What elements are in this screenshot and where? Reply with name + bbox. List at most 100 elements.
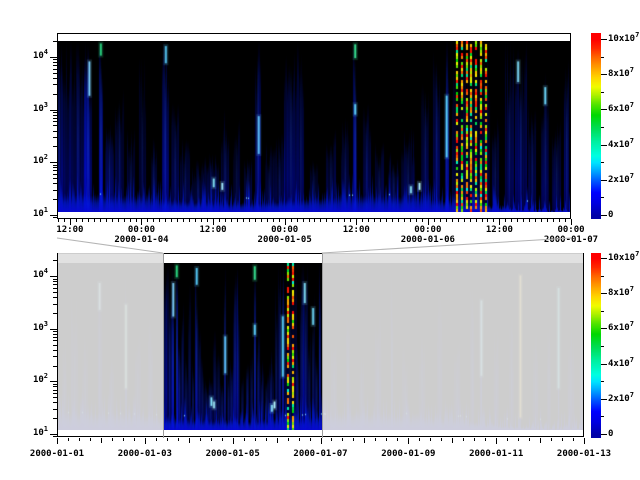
x-axis-date-label: 2000-01-04 xyxy=(114,235,168,245)
axis-tick xyxy=(50,162,57,163)
axis-tick xyxy=(601,434,607,435)
axis-tick xyxy=(50,57,57,58)
axis-tick xyxy=(310,438,311,441)
axis-tick xyxy=(601,399,607,400)
plot-window: 10110210310410110210310412:0000:002000-0… xyxy=(0,0,640,480)
axis-tick xyxy=(321,438,322,444)
x-axis-date-label: 2000-01-07 xyxy=(544,235,598,245)
axis-tick xyxy=(53,131,57,132)
axis-tick xyxy=(53,284,57,285)
axis-tick xyxy=(200,438,201,441)
axis-tick xyxy=(222,438,223,441)
axis-tick xyxy=(364,438,365,443)
axis-tick xyxy=(101,438,102,443)
axis-tick xyxy=(422,219,423,222)
colorbar-tick-label: 6x107 xyxy=(608,104,634,114)
axis-tick xyxy=(123,438,124,441)
axis-tick xyxy=(53,313,57,314)
axis-tick xyxy=(53,112,57,113)
x-axis-date-label: 2000-01-07 xyxy=(293,449,347,459)
axis-tick xyxy=(211,438,212,441)
x-axis-time-label: 00:00 xyxy=(128,225,155,235)
axis-tick xyxy=(50,381,57,382)
axis-tick xyxy=(50,434,57,435)
axis-tick xyxy=(408,438,409,444)
axis-tick xyxy=(386,219,387,222)
axis-tick xyxy=(68,438,69,441)
colorbar-tick-label: 8x107 xyxy=(608,69,634,79)
colorbar-tick-label: 0 xyxy=(608,429,613,439)
axis-tick xyxy=(523,219,524,222)
axis-tick xyxy=(106,219,107,222)
axis-tick xyxy=(601,74,607,75)
axis-tick xyxy=(53,409,57,410)
axis-tick xyxy=(53,337,57,338)
axis-tick xyxy=(565,219,566,222)
axis-tick xyxy=(441,438,442,441)
axis-tick xyxy=(332,219,333,222)
axis-tick xyxy=(53,178,57,179)
axis-tick xyxy=(53,288,57,289)
colorbar-tick-label: 10x107 xyxy=(608,34,639,44)
axis-tick xyxy=(380,219,381,222)
axis-tick xyxy=(601,381,604,382)
axis-tick xyxy=(53,78,57,79)
axis-tick xyxy=(397,438,398,441)
x-axis-time-label: 12:00 xyxy=(56,225,83,235)
axis-tick xyxy=(446,219,447,222)
axis-tick xyxy=(573,438,574,441)
axis-tick xyxy=(136,219,137,222)
axis-tick xyxy=(601,92,604,93)
axis-tick xyxy=(326,219,327,222)
axis-tick xyxy=(53,84,57,85)
axis-tick xyxy=(416,219,417,222)
axis-tick xyxy=(53,292,57,293)
axis-tick xyxy=(553,219,554,222)
axis-tick xyxy=(88,219,89,222)
axis-tick xyxy=(53,199,57,200)
axis-tick xyxy=(53,436,57,437)
axis-tick xyxy=(53,118,57,119)
axis-tick xyxy=(145,438,146,444)
axis-tick xyxy=(53,366,57,367)
x-axis-date-label: 2000-01-01 xyxy=(30,449,84,459)
axis-tick xyxy=(386,438,387,441)
axis-tick xyxy=(53,170,57,171)
axis-tick xyxy=(50,329,57,330)
axis-tick xyxy=(165,219,166,222)
y-axis-tick-label: 102 xyxy=(12,156,48,166)
axis-tick xyxy=(474,438,475,441)
axis-tick xyxy=(53,115,57,116)
axis-tick xyxy=(350,219,351,222)
axis-tick xyxy=(375,438,376,441)
axis-tick xyxy=(130,219,131,222)
axis-tick xyxy=(571,219,572,225)
axis-tick xyxy=(249,219,250,222)
axis-tick xyxy=(53,418,57,419)
axis-tick xyxy=(219,219,220,222)
axis-tick xyxy=(53,384,57,385)
axis-tick xyxy=(434,219,435,222)
axis-tick xyxy=(463,438,464,441)
axis-tick xyxy=(507,438,508,441)
detail-heatmap-canvas[interactable] xyxy=(58,41,571,212)
axis-tick xyxy=(237,219,238,222)
colorbar-tick-label: 6x107 xyxy=(608,323,634,333)
colorbar-tick-label: 10x107 xyxy=(608,253,639,263)
axis-tick xyxy=(207,219,208,222)
axis-tick xyxy=(94,219,95,222)
axis-tick xyxy=(112,219,113,222)
axis-tick xyxy=(231,219,232,222)
axis-tick xyxy=(50,276,57,277)
axis-tick xyxy=(482,219,483,222)
axis-tick xyxy=(584,438,585,444)
axis-tick xyxy=(53,390,57,391)
highlight-region[interactable] xyxy=(163,253,322,438)
axis-tick xyxy=(53,121,57,122)
axis-tick xyxy=(601,39,607,40)
axis-tick xyxy=(547,219,548,222)
axis-tick xyxy=(53,73,57,74)
y-axis-tick-label: 102 xyxy=(12,375,48,385)
axis-tick xyxy=(243,219,244,222)
axis-tick xyxy=(601,57,604,58)
